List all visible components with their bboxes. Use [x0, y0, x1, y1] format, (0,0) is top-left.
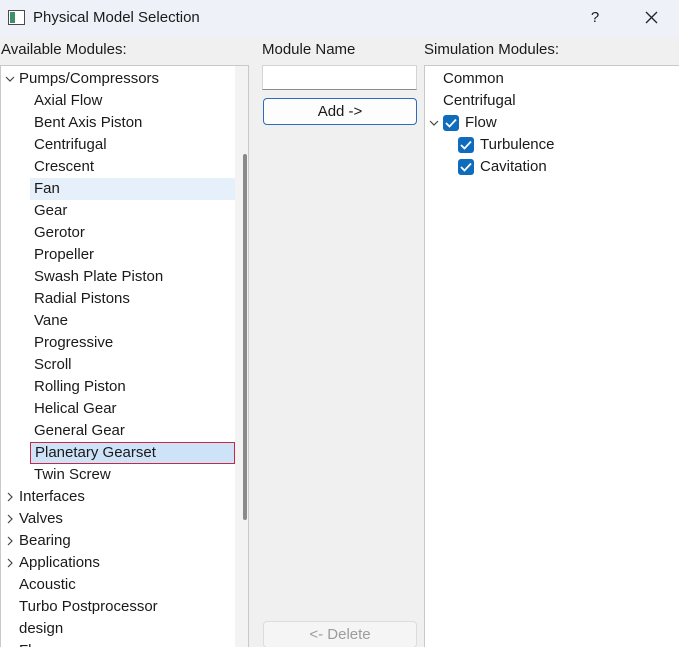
close-icon: [645, 11, 658, 24]
tree-item-label: Swash Plate Piston: [34, 268, 164, 285]
tree-item-label: Axial Flow: [34, 92, 103, 109]
window-title: Physical Model Selection: [33, 9, 200, 26]
delete-button: <- Delete: [263, 621, 417, 647]
tree-item[interactable]: Rolling Piston: [1, 376, 235, 398]
tree-item-label: Acoustic: [19, 576, 76, 593]
tree-item-label: Turbulence: [480, 136, 555, 153]
tree-item-label: Flow: [465, 114, 497, 131]
tree-item-label: Rolling Piston: [34, 378, 126, 395]
scrollbar-thumb[interactable]: [243, 154, 247, 520]
tree-item-label: Propeller: [34, 246, 95, 263]
tree-group[interactable]: Valves: [1, 508, 235, 530]
close-button[interactable]: [636, 4, 668, 32]
tree-item[interactable]: Gear: [1, 200, 235, 222]
tree-item[interactable]: Vane: [1, 310, 235, 332]
tree-item-label: Gerotor: [34, 224, 85, 241]
tree-item-label: Interfaces: [19, 488, 85, 505]
tree-item-label: General Gear: [34, 422, 125, 439]
simulation-modules-tree[interactable]: Common Centrifugal Flow Turbulence Cavitatio…: [424, 65, 679, 647]
simulation-modules-heading: Simulation Modules:: [424, 41, 560, 58]
sim-item[interactable]: Centrifugal: [425, 90, 679, 112]
tree-item[interactable]: Fl...: [1, 640, 235, 647]
tree-item[interactable]: Radial Pistons: [1, 288, 235, 310]
tree-item-label: Progressive: [34, 334, 114, 351]
chevron-down-icon[interactable]: [3, 68, 15, 90]
tree-item-label: Turbo Postprocessor: [19, 598, 158, 615]
tree-item-label: Applications: [19, 554, 100, 571]
tree-item-label: Pumps/Compressors: [19, 70, 160, 87]
module-name-input[interactable]: [262, 65, 417, 90]
tree-item[interactable]: Scroll: [1, 354, 235, 376]
tree-item-label: Bearing: [19, 532, 71, 549]
tree-group[interactable]: Bearing: [1, 530, 235, 552]
tree-item[interactable]: Turbo Postprocessor: [1, 596, 235, 618]
tree-item[interactable]: Fan: [30, 178, 235, 200]
available-modules-tree[interactable]: Pumps/Compressors Axial Flow Bent Axis Pis…: [0, 65, 249, 647]
tree-item-label: Gear: [34, 202, 68, 219]
tree-group[interactable]: Applications: [1, 552, 235, 574]
tree-item[interactable]: Crescent: [1, 156, 235, 178]
chevron-right-icon[interactable]: [3, 552, 15, 574]
tree-group-pumps-compressors[interactable]: Pumps/Compressors: [1, 68, 235, 90]
tree-item[interactable]: Bent Axis Piston: [1, 112, 235, 134]
checkbox-checked-icon[interactable]: [443, 115, 459, 131]
tree-item-label: Cavitation: [480, 158, 547, 175]
help-button[interactable]: ?: [580, 4, 610, 32]
tree-item[interactable]: Helical Gear: [1, 398, 235, 420]
tree-item[interactable]: Centrifugal: [1, 134, 235, 156]
tree-item-label: Twin Screw: [34, 466, 111, 483]
sim-sub-item[interactable]: Turbulence: [425, 134, 679, 156]
tree-item-label: Fan: [34, 180, 60, 197]
tree-item[interactable]: Twin Screw: [1, 464, 235, 486]
title-bar: Physical Model Selection ?: [0, 0, 679, 37]
chevron-right-icon[interactable]: [3, 486, 15, 508]
tree-item[interactable]: Acoustic: [1, 574, 235, 596]
add-button[interactable]: Add ->: [263, 98, 417, 125]
tree-item[interactable]: Progressive: [1, 332, 235, 354]
tree-item[interactable]: design: [1, 618, 235, 640]
tree-item-label: Crescent: [34, 158, 95, 175]
tree-item-label: Vane: [34, 312, 68, 329]
tree-item-label: Helical Gear: [34, 400, 117, 417]
tree-item-label: Centrifugal: [34, 136, 107, 153]
tree-item-label: Common: [443, 70, 504, 87]
sim-group-flow[interactable]: Flow: [425, 112, 679, 134]
tree-item-label: Bent Axis Piston: [34, 114, 143, 131]
tree-item[interactable]: Planetary Gearset: [30, 442, 235, 464]
available-modules-heading: Available Modules:: [1, 41, 127, 58]
tree-item-label: Valves: [19, 510, 63, 527]
tree-group[interactable]: Interfaces: [1, 486, 235, 508]
tree-item-label: Planetary Gearset: [35, 444, 156, 461]
tree-item[interactable]: Gerotor: [1, 222, 235, 244]
tree-item[interactable]: Swash Plate Piston: [1, 266, 235, 288]
tree-item-label: Centrifugal: [443, 92, 516, 109]
chevron-down-icon[interactable]: [427, 112, 439, 134]
app-icon: [8, 10, 25, 25]
tree-item[interactable]: Axial Flow: [1, 90, 235, 112]
tree-item[interactable]: General Gear: [1, 420, 235, 442]
tree-item-label: Radial Pistons: [34, 290, 130, 307]
checkbox-checked-icon[interactable]: [458, 159, 474, 175]
tree-item[interactable]: Propeller: [1, 244, 235, 266]
tree-item-label: Fl...: [19, 640, 44, 647]
tree-item-label: design: [19, 620, 64, 637]
chevron-right-icon[interactable]: [3, 508, 15, 530]
chevron-right-icon[interactable]: [3, 530, 15, 552]
sim-item[interactable]: Common: [425, 68, 679, 90]
tree-item-label: Scroll: [34, 356, 72, 373]
sim-sub-item[interactable]: Cavitation: [425, 156, 679, 178]
module-name-heading: Module Name: [262, 41, 356, 58]
checkbox-checked-icon[interactable]: [458, 137, 474, 153]
